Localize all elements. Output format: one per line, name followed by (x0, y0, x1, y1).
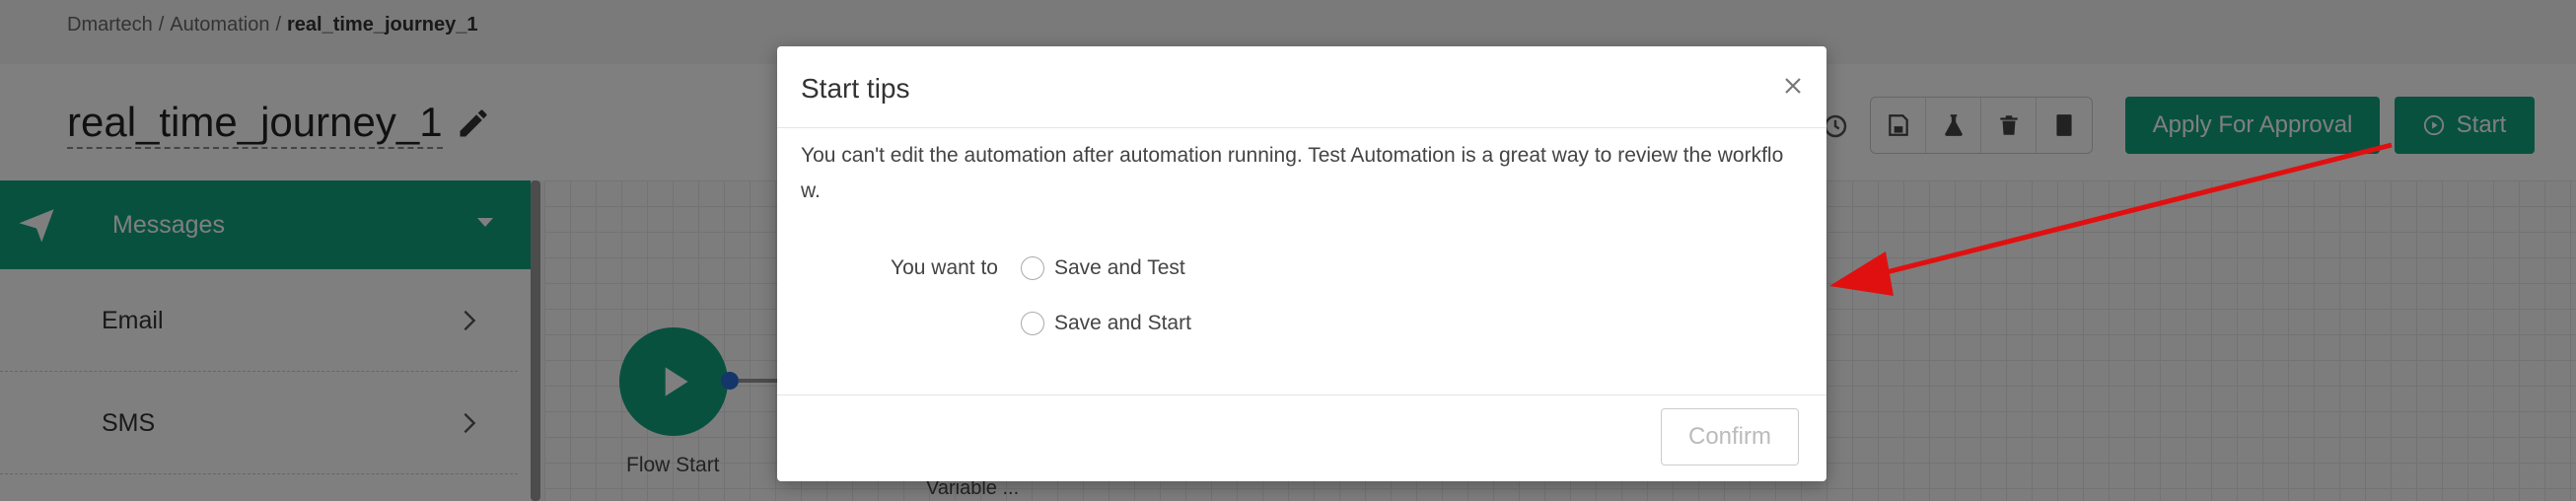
dialog-header: Start tips (777, 46, 1826, 128)
close-button[interactable] (1777, 70, 1809, 102)
radio-save-and-start[interactable] (1021, 312, 1044, 335)
tip-message: You can't edit the automation after auto… (801, 144, 1784, 202)
you-want-to-label: You want to (891, 256, 998, 279)
dialog-footer: Confirm (777, 394, 1826, 481)
option-label: Save and Start (1054, 312, 1191, 334)
dialog-title: Start tips (801, 73, 910, 104)
start-tips-dialog: Start tips You can't edit the automation… (777, 46, 1826, 481)
radio-save-and-test[interactable] (1021, 256, 1044, 280)
option-save-and-test[interactable]: Save and Test (1021, 256, 1185, 280)
close-icon (1785, 78, 1801, 94)
option-save-and-start[interactable]: Save and Start (1021, 312, 1191, 335)
option-label: Save and Test (1054, 256, 1185, 279)
confirm-button[interactable]: Confirm (1661, 408, 1799, 465)
